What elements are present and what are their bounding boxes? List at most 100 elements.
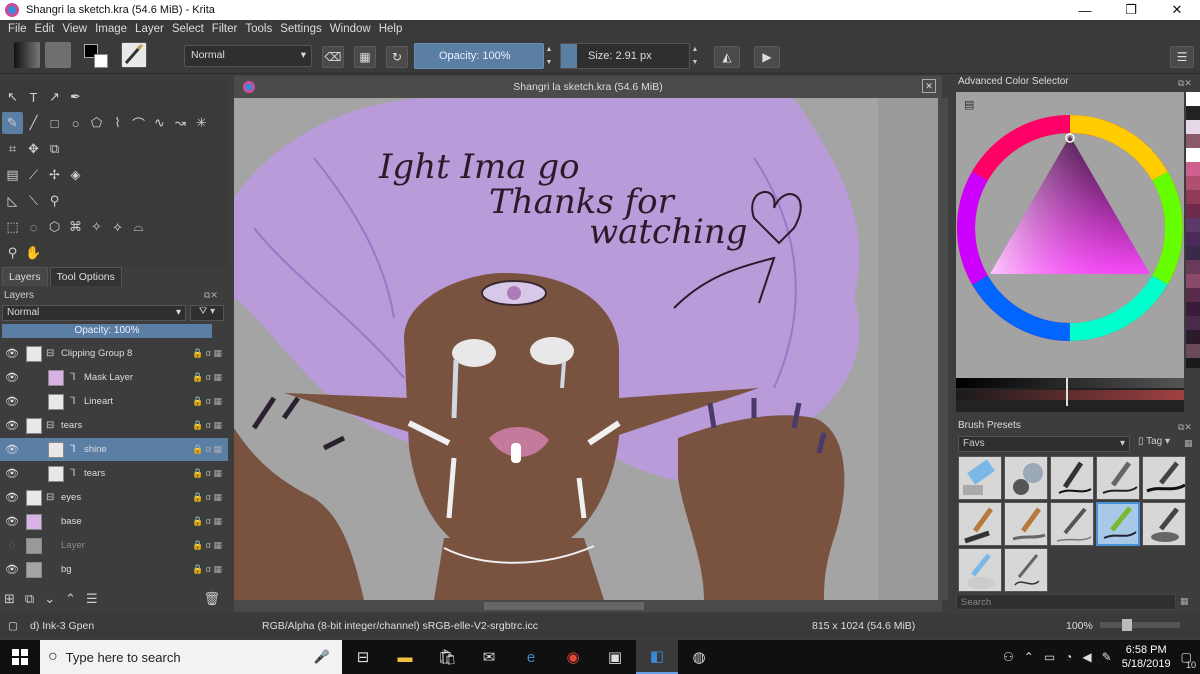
network-icon[interactable]: ◔	[1065, 650, 1072, 664]
menu-tools[interactable]: Tools	[241, 23, 276, 35]
move-up-icon[interactable]: ⌃	[65, 591, 76, 607]
chrome-browser-icon[interactable]: ◉	[552, 640, 594, 674]
layer-row[interactable]: 👁 ⊟ tears 🔒 α ▦	[0, 414, 228, 437]
brush-pencil-preset[interactable]	[1050, 502, 1094, 546]
layer-blend-mode-select[interactable]: Normal ▾	[2, 305, 186, 321]
windows-start-button[interactable]	[0, 640, 40, 674]
blend-mode-select[interactable]: Normal ▾	[184, 45, 312, 67]
duplicate-layer-icon[interactable]: ⧉	[25, 591, 34, 607]
brush-search-input[interactable]: Search	[956, 594, 1176, 610]
layer-row[interactable]: 👁 ⅂ tears 🔒 α ▦	[0, 462, 228, 485]
multibrush-icon[interactable]: ✳	[191, 112, 212, 134]
layer-row[interactable]: 👁 ⊟ Clipping Group 8 🔒 α ▦	[0, 342, 228, 365]
store-icon[interactable]: 🛍	[426, 640, 468, 674]
size-slider[interactable]: Size: 2.91 px	[560, 43, 690, 69]
battery-icon[interactable]: ▭	[1044, 650, 1055, 664]
fg-bg-color-selector[interactable]	[82, 42, 112, 68]
eye-icon[interactable]: 👁	[5, 443, 19, 456]
docker-menu-icon[interactable]: ☰	[1170, 46, 1194, 68]
docker-float-close-icon[interactable]: ⧉✕	[204, 290, 218, 301]
maximize-button[interactable]: ❐	[1108, 0, 1154, 20]
layer-properties-icon[interactable]: ☰	[86, 591, 98, 607]
canvas-close-button[interactable]: ✕	[922, 79, 936, 93]
brush-ink-preset[interactable]	[1050, 456, 1094, 500]
ellipse-tool-icon[interactable]: ○	[65, 112, 86, 134]
select-shapes-icon[interactable]: ↖	[2, 86, 23, 108]
rectangle-tool-icon[interactable]: □	[44, 112, 65, 134]
photos-app-icon[interactable]: ▣	[594, 640, 636, 674]
menu-edit[interactable]: Edit	[31, 23, 59, 35]
layer-props-icons[interactable]: 🔒 α ▦	[192, 396, 222, 407]
notifications-icon[interactable]: ▢ 10	[1181, 650, 1196, 670]
volume-icon[interactable]: ◀	[1082, 650, 1091, 664]
zoom-slider-handle[interactable]	[1122, 619, 1132, 631]
menu-window[interactable]: Window	[326, 23, 375, 35]
eye-icon[interactable]: 👁	[5, 419, 19, 432]
menu-image[interactable]: Image	[91, 23, 131, 35]
polyline-tool-icon[interactable]: ⌇	[107, 112, 128, 134]
menu-filter[interactable]: Filter	[208, 23, 242, 35]
file-explorer-icon[interactable]: ▬	[384, 640, 426, 674]
eye-icon[interactable]: 👁	[5, 395, 19, 408]
eye-icon[interactable]: 👁	[5, 347, 19, 360]
reload-preset-icon[interactable]: ↻	[386, 46, 408, 68]
docker-float-close-icon[interactable]: ⧉✕	[1178, 78, 1192, 89]
people-icon[interactable]: ⚇	[1003, 650, 1014, 664]
similar-select-icon[interactable]: ⟡	[107, 216, 128, 238]
assistant-tool-icon[interactable]: ◺	[2, 190, 23, 212]
eye-icon[interactable]: 👁	[5, 515, 19, 528]
eye-icon[interactable]: 👁	[5, 467, 19, 480]
docker-float-close-icon[interactable]: ⧉✕	[1178, 422, 1192, 433]
layer-row[interactable]: 👁 base 🔒 α ▦	[0, 510, 228, 533]
brush-panel-menu-icon[interactable]: ▦	[1184, 438, 1193, 449]
color-selector-panel[interactable]: ▤	[956, 92, 1184, 378]
eye-icon[interactable]: 👁	[5, 563, 19, 576]
color-shade-bars[interactable]	[956, 378, 1184, 412]
transform-tool-icon[interactable]: ⧉	[44, 138, 65, 160]
mail-icon[interactable]: ✉	[468, 640, 510, 674]
menu-select[interactable]: Select	[168, 23, 208, 35]
pen-workspace-icon[interactable]: ✎	[1102, 650, 1112, 664]
freehand-path-icon[interactable]: ∿	[149, 112, 170, 134]
add-layer-icon[interactable]: ⊞	[4, 591, 15, 607]
brush-eraser-preset[interactable]	[958, 456, 1002, 500]
layer-row[interactable]: 👁 ⅂ Mask Layer 🔒 α ▦	[0, 366, 228, 389]
close-button[interactable]: ✕	[1154, 0, 1200, 20]
layer-props-icons[interactable]: 🔒 α ▦	[192, 348, 222, 359]
brush-calligraphy-preset[interactable]	[1142, 456, 1186, 500]
pattern-swatch[interactable]	[45, 42, 71, 68]
eye-icon[interactable]: 👁	[5, 371, 19, 384]
brush-bristle-preset[interactable]	[1004, 502, 1048, 546]
brush-gpen-preset-selected[interactable]	[1096, 502, 1140, 546]
menu-settings[interactable]: Settings	[276, 23, 326, 35]
krita-taskbar-icon[interactable]: ◧	[636, 640, 678, 674]
background-color[interactable]	[94, 54, 108, 68]
layer-row[interactable]: 👁 bg 🔒 α ▦	[0, 558, 228, 581]
contiguous-select-icon[interactable]: ✧	[86, 216, 107, 238]
gradient-tool-icon[interactable]: ▤	[2, 164, 23, 186]
move-down-icon[interactable]: ⌄	[44, 591, 55, 607]
gradient-swatch[interactable]	[14, 42, 40, 68]
layer-props-icons[interactable]: 🔒 α ▦	[192, 468, 222, 479]
color-picker-icon[interactable]: ⟋	[23, 164, 44, 186]
dynamic-brush-icon[interactable]: ↝	[170, 112, 191, 134]
canvas-horizontal-scrollbar[interactable]	[234, 600, 942, 612]
menu-help[interactable]: Help	[375, 23, 407, 35]
minimize-button[interactable]: —	[1062, 0, 1108, 20]
layer-props-icons[interactable]: 🔒 α ▦	[192, 564, 222, 575]
eraser-mode-icon[interactable]: ⌫	[322, 46, 344, 68]
layer-props-icons[interactable]: 🔒 α ▦	[192, 420, 222, 431]
mirror-vertical-icon[interactable]: ▶	[754, 46, 780, 68]
brush-blender-preset[interactable]	[1142, 502, 1186, 546]
reference-tool-icon[interactable]: ⚲	[44, 190, 65, 212]
zoom-slider[interactable]	[1100, 619, 1180, 631]
opacity-spinner[interactable]: ▲ ▼	[544, 43, 554, 69]
color-wheel[interactable]	[956, 92, 1184, 378]
selector-settings-icon[interactable]: ▤	[964, 98, 974, 111]
layer-row[interactable]: 👁 ⊟ eyes 🔒 α ▦	[0, 486, 228, 509]
ellipse-select-icon[interactable]: ◌	[23, 216, 44, 238]
brush-paint-preset[interactable]	[958, 502, 1002, 546]
line-tool-icon[interactable]: ╱	[23, 112, 44, 134]
measure-tool-icon[interactable]: ⟍	[23, 190, 44, 212]
text-tool-icon[interactable]: T	[23, 86, 44, 108]
